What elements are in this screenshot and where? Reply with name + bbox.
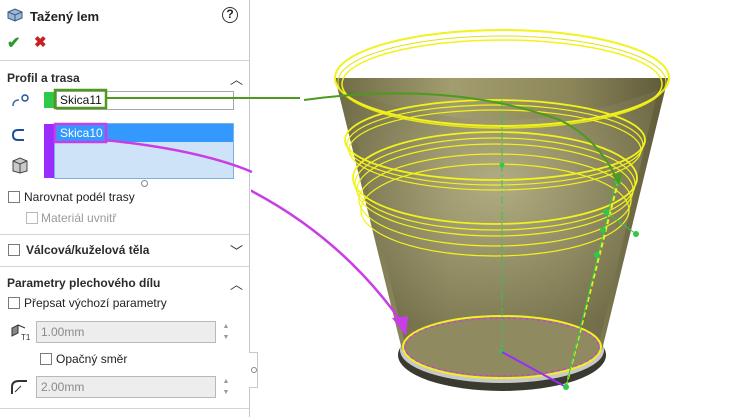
path-callout-leader (104, 138, 253, 174)
profile-callout-box (53, 88, 108, 110)
callout-overlay (53, 88, 300, 174)
path-callout-box (53, 122, 108, 144)
